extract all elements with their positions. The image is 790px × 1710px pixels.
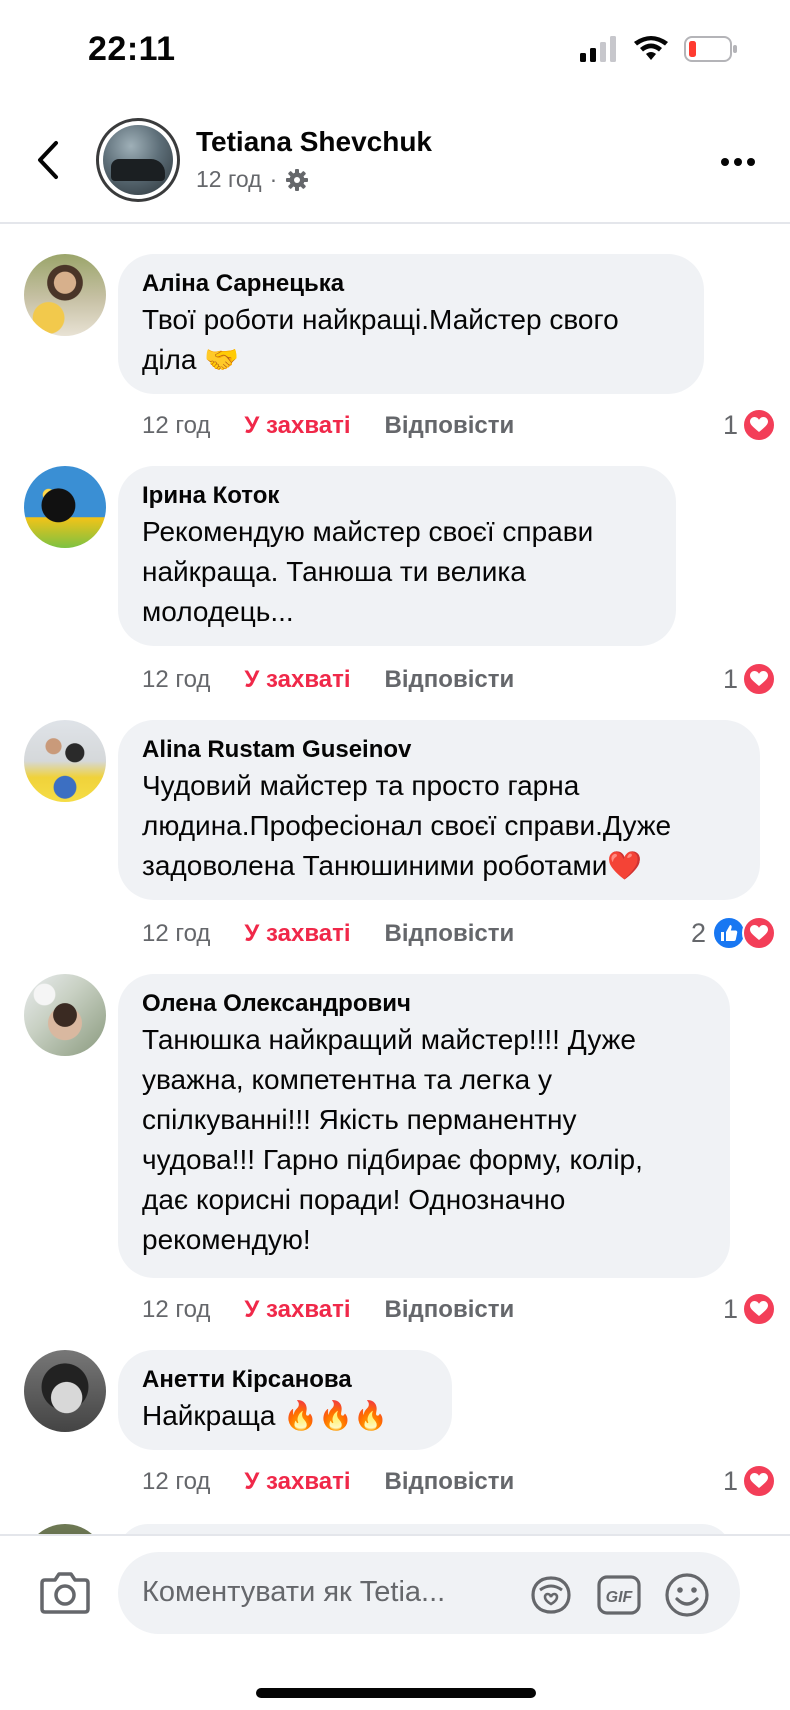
dot-icon — [734, 158, 742, 166]
comment-input[interactable]: Коментувати як Tetia... GIF — [118, 1552, 740, 1634]
status-bar: 22:11 — [0, 0, 790, 100]
author-name[interactable]: Tetiana Shevchuk — [196, 126, 432, 158]
dot-icon — [747, 158, 755, 166]
comment-author[interactable]: Аліна Сарнецька — [142, 268, 680, 300]
comment-composer: Коментувати як Tetia... GIF — [0, 1534, 790, 1710]
comment-bubble[interactable]: Alina Rustam Guseinov Чудовий майстер та… — [118, 720, 760, 900]
wifi-icon — [634, 36, 668, 60]
status-time: 22:11 — [88, 30, 176, 68]
svg-text:GIF: GIF — [606, 1589, 634, 1606]
comment-text-line: уважна, компетентна та легка у — [142, 1064, 553, 1095]
reaction-count: 1 — [722, 1465, 738, 1496]
reaction-count: 1 — [722, 663, 738, 694]
commenter-avatar[interactable] — [24, 974, 106, 1056]
comment-text-line: дає корисні поради! Однозначно — [142, 1184, 566, 1215]
meta-separator: · — [269, 166, 278, 192]
comment-text-line: рекомендую! — [142, 1224, 311, 1255]
back-button[interactable] — [28, 136, 68, 184]
commenter-avatar[interactable] — [24, 254, 106, 336]
comment-bubble[interactable]: Ірина Коток Рекомендую майстер своєї спр… — [118, 466, 676, 646]
comment-actions: 12 год У захваті Відповісти — [142, 1468, 514, 1496]
commenter-avatar[interactable] — [24, 1350, 106, 1432]
home-indicator — [256, 1688, 536, 1698]
author-avatar[interactable] — [96, 118, 180, 202]
camera-icon — [40, 1572, 90, 1614]
gif-icon: GIF — [597, 1575, 641, 1615]
comment-text-line: діла 🤝 — [142, 344, 240, 375]
comment-bubble[interactable]: Аліна Сарнецька Твої роботи найкращі.Май… — [118, 254, 704, 394]
comment-time: 12 год — [142, 412, 211, 439]
post-header: Tetiana Shevchuk 12 год · — [0, 100, 790, 224]
comment-author[interactable]: Alina Rustam Guseinov — [142, 734, 736, 766]
comment-actions: 12 год У захваті Відповісти — [142, 1296, 514, 1324]
reply-button[interactable]: Відповісти — [385, 666, 515, 694]
comment-author[interactable]: Олена Олександрович — [142, 988, 706, 1020]
reaction-count: 1 — [722, 409, 738, 440]
reaction-summary[interactable]: 1 — [723, 408, 776, 442]
heart-icon — [742, 916, 776, 950]
comment-actions: 12 год У захваті Відповісти — [142, 666, 514, 694]
more-options-button[interactable] — [716, 144, 760, 180]
reply-button[interactable]: Відповісти — [385, 920, 515, 948]
love-reaction-button[interactable]: У захваті — [244, 1296, 350, 1324]
signal-icon — [580, 36, 616, 62]
comment-input-placeholder: Коментувати як Tetia... — [142, 1576, 446, 1608]
avatar-sticker-button[interactable] — [528, 1572, 574, 1618]
comment-text-line: найкраща. Танюша ти велика — [142, 556, 526, 587]
emoji-button[interactable] — [664, 1572, 710, 1618]
comment-time: 12 год — [142, 1468, 211, 1495]
heart-icon — [742, 1464, 776, 1498]
love-reaction-button[interactable]: У захваті — [244, 1468, 350, 1496]
battery-icon — [684, 36, 737, 62]
avatar-sticker-icon — [531, 1576, 571, 1614]
heart-icon — [742, 1292, 776, 1326]
commenter-avatar[interactable] — [24, 720, 106, 802]
commenter-avatar[interactable] — [24, 466, 106, 548]
comment-time: 12 год — [142, 666, 211, 693]
comment-text-line: Чудовий майстер та просто гарна — [142, 770, 580, 801]
heart-icon — [742, 408, 776, 442]
comment-text-line: молодець... — [142, 596, 294, 627]
comment-text-line: людина.Професіонал своєї справи.Дуже — [142, 810, 672, 841]
comment-text-line: Танюшка найкращий майстер!!!! Дуже — [142, 1024, 636, 1055]
comment-author[interactable]: Анетти Кірсанова — [142, 1364, 428, 1396]
reaction-count: 2 — [690, 917, 706, 948]
heart-icon — [742, 662, 776, 696]
avatar-image — [103, 125, 173, 195]
comment-text-line: задоволена Танюшиними роботами❤️ — [142, 850, 643, 881]
reply-button[interactable]: Відповісти — [385, 1468, 515, 1496]
comment-text-line: Найкраща 🔥🔥🔥 — [142, 1400, 388, 1431]
post-meta: 12 год · — [196, 166, 309, 193]
gear-icon — [286, 168, 309, 191]
reply-button[interactable]: Відповісти — [385, 1296, 515, 1324]
comment-time: 12 год — [142, 920, 211, 947]
comment-actions: 12 год У захваті Відповісти — [142, 920, 514, 948]
post-time: 12 год — [196, 166, 262, 192]
like-icon — [712, 916, 746, 950]
status-icons — [580, 36, 738, 62]
reaction-summary[interactable]: 2 — [691, 916, 776, 950]
reply-button[interactable]: Відповісти — [385, 412, 515, 440]
love-reaction-button[interactable]: У захваті — [244, 412, 350, 440]
reaction-summary[interactable]: 1 — [723, 1292, 776, 1326]
comment-bubble[interactable]: Олена Олександрович Танюшка найкращий ма… — [118, 974, 730, 1278]
chevron-left-icon — [38, 141, 58, 179]
comment-bubble[interactable]: Анетти Кірсанова Найкраща 🔥🔥🔥 — [118, 1350, 452, 1450]
comment-text-line: Рекомендую майстер своєї справи — [142, 516, 594, 547]
reaction-count: 1 — [722, 1293, 738, 1324]
love-reaction-button[interactable]: У захваті — [244, 920, 350, 948]
reaction-summary[interactable]: 1 — [723, 662, 776, 696]
comment-actions: 12 год У захваті Відповісти — [142, 412, 514, 440]
comment-text-line: Твої роботи найкращі.Майстер свого — [142, 304, 619, 335]
comment-author[interactable]: Ірина Коток — [142, 480, 652, 512]
love-reaction-button[interactable]: У захваті — [244, 666, 350, 694]
reaction-summary[interactable]: 1 — [723, 1464, 776, 1498]
dot-icon — [721, 158, 729, 166]
camera-button[interactable] — [40, 1570, 92, 1618]
smiley-icon — [665, 1573, 709, 1617]
gif-button[interactable]: GIF — [596, 1572, 642, 1618]
comment-text-line: спілкуванні!!! Якість перманентну — [142, 1104, 577, 1135]
comment-time: 12 год — [142, 1296, 211, 1323]
comment-text-line: чудова!!! Гарно підбирає форму, колір, — [142, 1144, 643, 1175]
